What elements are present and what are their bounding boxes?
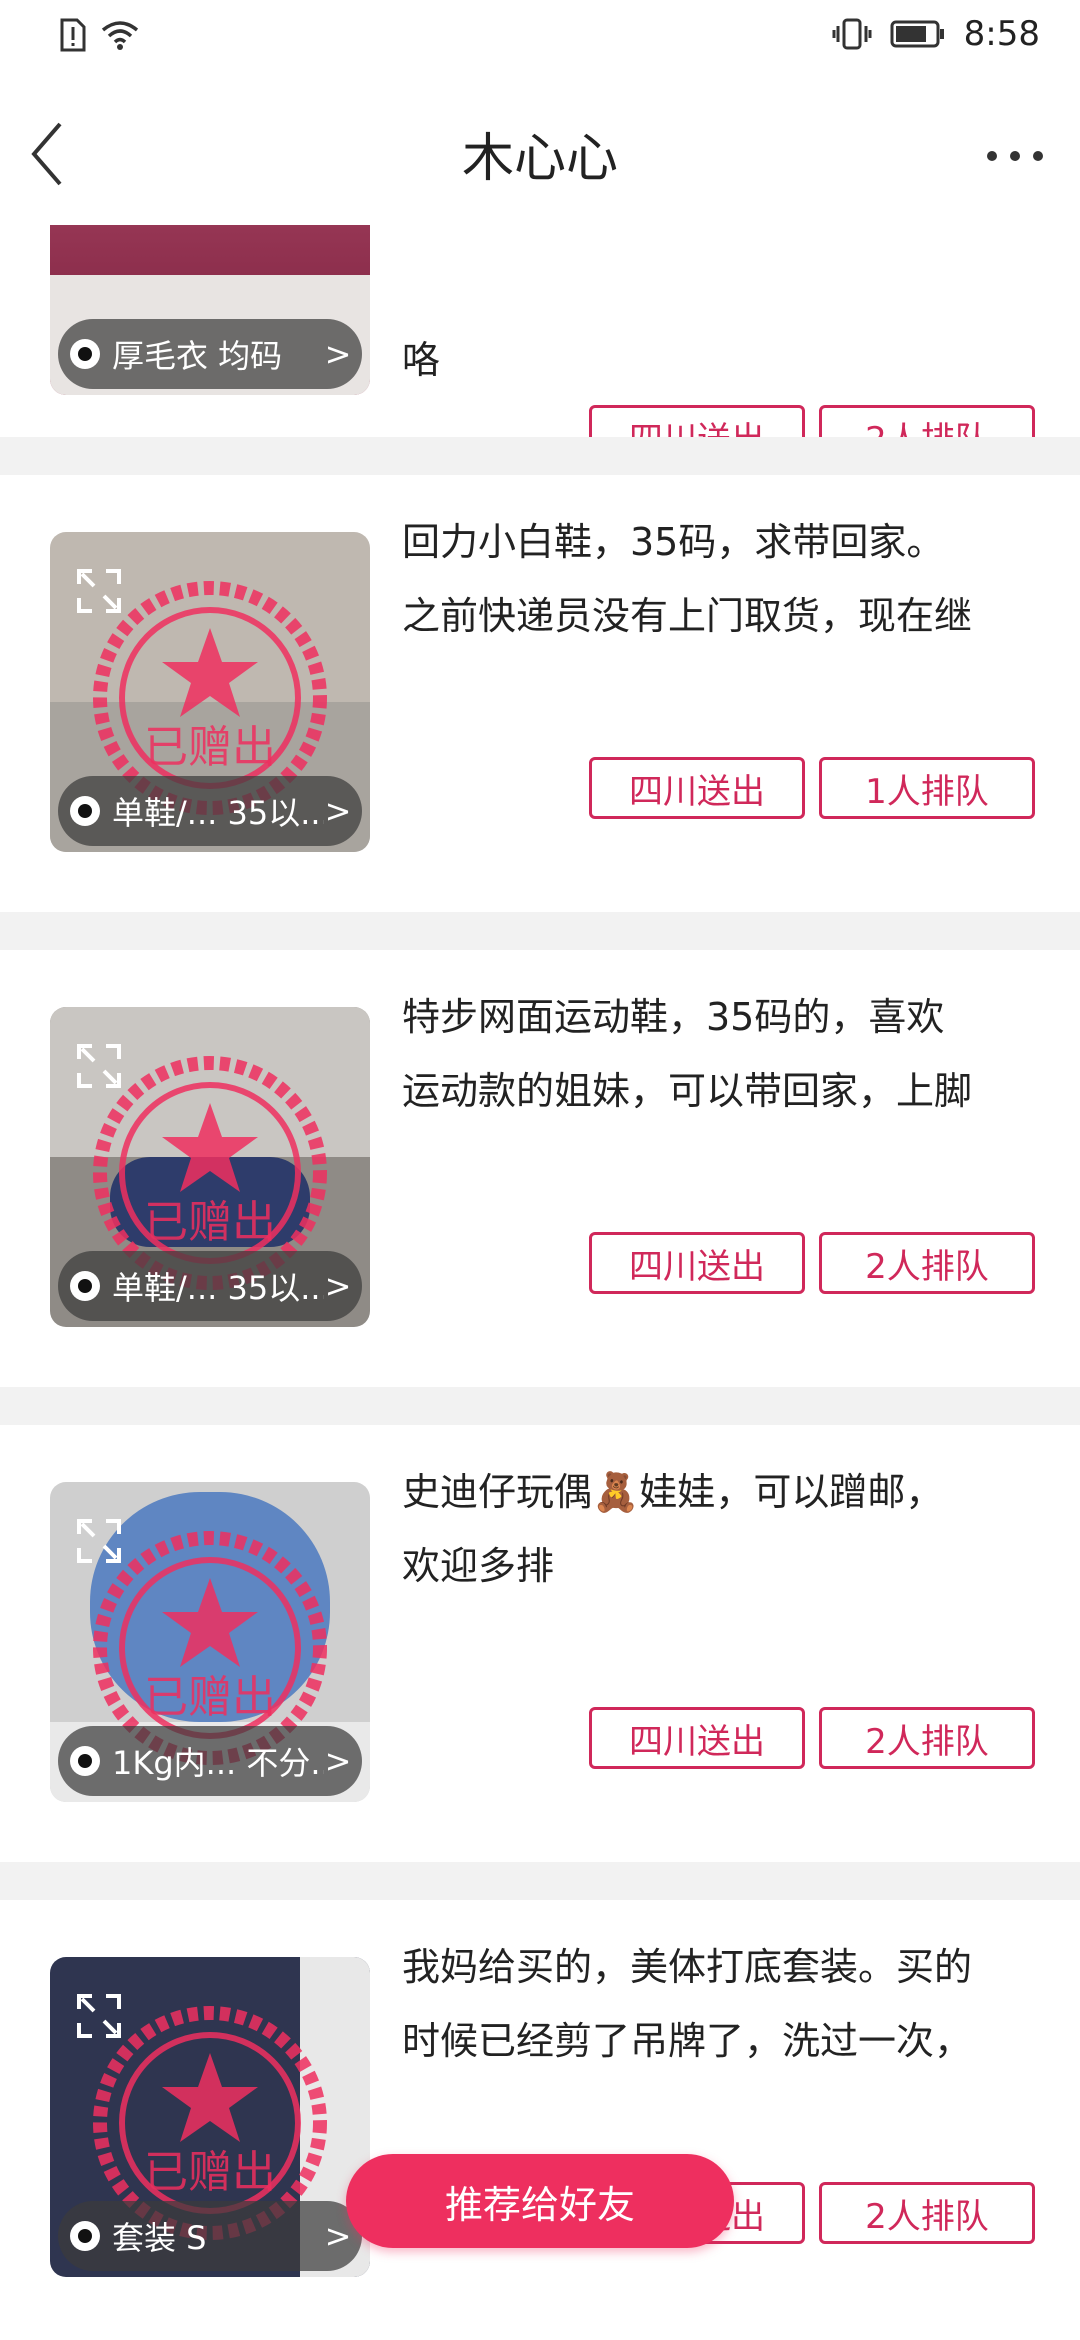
tag-dot-icon	[70, 1746, 100, 1776]
description-line: 咯	[402, 338, 441, 382]
location-badge[interactable]: 四川送出	[589, 1707, 805, 1769]
list-item[interactable]: 厚毛衣 均码 > 咯 四川送出 2人排队	[0, 225, 1080, 467]
queue-button[interactable]: 1人排队	[819, 757, 1035, 819]
description-line: 特步网面运动鞋，35码的，喜欢	[402, 995, 945, 1039]
wifi-icon	[101, 21, 139, 50]
list-item[interactable]: 已赠出 单鞋/... 35以... > 回力小白鞋，35码，求带回家。 之前快递…	[0, 475, 1080, 901]
category-tag[interactable]: 1Kg内... 不分... >	[58, 1726, 362, 1796]
separator	[0, 1387, 1080, 1425]
item-description[interactable]: 史迪仔玩偶🧸娃娃，可以蹭邮， 欢迎多排	[402, 1455, 1042, 1603]
list-item[interactable]: 已赠出 1Kg内... 不分... > 史迪仔玩偶🧸娃娃，可以蹭邮， 欢迎多排 …	[0, 1425, 1080, 1851]
item-thumbnail[interactable]: 已赠出 单鞋/... 35以... >	[50, 1007, 370, 1327]
description-line: 之前快递员没有上门取货，现在继	[402, 594, 973, 638]
vibrate-icon	[832, 18, 872, 50]
tag-label: 单鞋/... 35以...	[112, 794, 324, 832]
category-tag[interactable]: 单鞋/... 35以... >	[58, 1251, 362, 1321]
stamp-label: 已赠出	[144, 722, 276, 773]
item-description[interactable]: 我妈给买的，美体打底套装。买的 时候已经剪了吊牌了，洗过一次，	[402, 1930, 1042, 2078]
stamp-label: 已赠出	[144, 2147, 276, 2198]
description-line: 时候已经剪了吊牌了，洗过一次，	[402, 2019, 973, 2063]
status-time: 8:58	[963, 14, 1040, 54]
chevron-right-icon: >	[324, 1267, 352, 1305]
location-badge[interactable]: 四川送出	[589, 1232, 805, 1294]
tag-dot-icon	[70, 1271, 100, 1301]
tag-dot-icon	[70, 796, 100, 826]
item-description[interactable]: 回力小白鞋，35码，求带回家。 之前快递员没有上门取货，现在继	[402, 505, 1042, 653]
item-thumbnail[interactable]: 已赠出 单鞋/... 35以... >	[50, 532, 370, 852]
description-line: 我妈给买的，美体打底套装。买的	[402, 1945, 973, 1989]
queue-button[interactable]: 2人排队	[819, 1232, 1035, 1294]
description-line: 史迪仔玩偶🧸娃娃，可以蹭邮，	[402, 1470, 944, 1514]
description-line: 运动款的姐妹，可以带回家，上脚	[402, 1069, 973, 1113]
page-title: 木心心	[461, 129, 618, 189]
tag-dot-icon	[70, 2221, 100, 2251]
category-tag[interactable]: 单鞋/... 35以... >	[58, 776, 362, 846]
chevron-right-icon: >	[324, 2217, 352, 2255]
list-item[interactable]: 已赠出 单鞋/... 35以... > 特步网面运动鞋，35码的，喜欢 运动款的…	[0, 950, 1080, 1376]
nav-header: 木心心	[0, 80, 1080, 225]
separator	[0, 912, 1080, 950]
category-tag[interactable]: 套装 S >	[58, 2201, 362, 2271]
tag-label: 单鞋/... 35以...	[112, 1269, 324, 1307]
battery-icon	[890, 20, 944, 48]
chevron-right-icon: >	[324, 335, 352, 373]
item-description[interactable]: 特步网面运动鞋，35码的，喜欢 运动款的姐妹，可以带回家，上脚	[402, 980, 1042, 1128]
description-line: 欢迎多排	[402, 1544, 555, 1588]
tag-label: 套装 S	[112, 2219, 207, 2257]
description-line: 回力小白鞋，35码，求带回家。	[402, 520, 945, 564]
status-left-icons	[60, 18, 140, 52]
chevron-right-icon: >	[324, 1742, 352, 1780]
tag-label: 厚毛衣 均码	[112, 337, 283, 375]
queue-button[interactable]: 2人排队	[819, 1707, 1035, 1769]
location-badge[interactable]: 四川送出	[589, 757, 805, 819]
item-feed[interactable]: 厚毛衣 均码 > 咯 四川送出 2人排队 已赠出 单	[0, 225, 1080, 2340]
stamp-label: 已赠出	[144, 1197, 276, 1248]
separator	[0, 437, 1080, 475]
stamp-label: 已赠出	[144, 1672, 276, 1723]
list-item[interactable]: 已赠出 套装 S > 我妈给买的，美体打底套装。买的 时候已经剪了吊牌了，洗过一…	[0, 1900, 1080, 2340]
queue-button[interactable]: 2人排队	[819, 2182, 1035, 2244]
item-description[interactable]: 咯	[402, 323, 1042, 397]
sim-alert-icon	[60, 18, 86, 52]
item-thumbnail[interactable]: 已赠出 套装 S >	[50, 1957, 370, 2277]
status-bar: 8:58	[0, 0, 1080, 80]
item-thumbnail[interactable]: 厚毛衣 均码 >	[50, 225, 370, 395]
separator	[0, 1862, 1080, 1900]
recommend-to-friend-button[interactable]: 推荐给好友	[346, 2154, 734, 2248]
category-tag[interactable]: 厚毛衣 均码 >	[58, 319, 362, 389]
tag-label: 1Kg内... 不分...	[112, 1744, 324, 1782]
item-thumbnail[interactable]: 已赠出 1Kg内... 不分... >	[50, 1482, 370, 1802]
chevron-right-icon: >	[324, 792, 352, 830]
more-options-icon[interactable]	[980, 126, 1050, 186]
tag-dot-icon	[70, 339, 100, 369]
status-right: 8:58	[832, 14, 1040, 54]
